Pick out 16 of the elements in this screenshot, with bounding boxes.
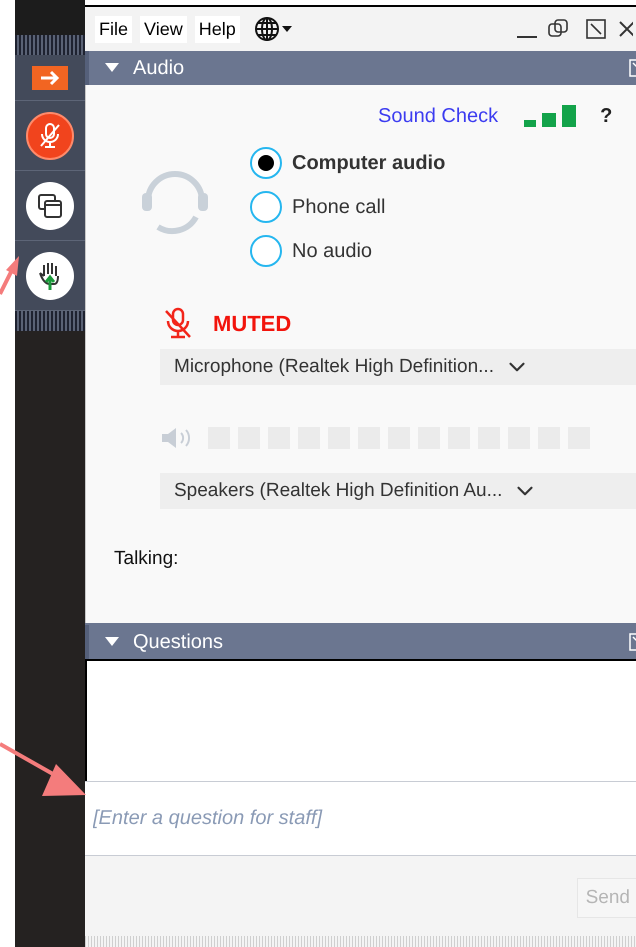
sound-check-link[interactable]: Sound Check xyxy=(378,101,498,131)
panel-title: Questions xyxy=(133,630,224,655)
microphone-dropdown[interactable]: Microphone (Realtek High Definition... xyxy=(160,349,636,385)
panel-title: Audio xyxy=(133,56,184,81)
muted-label: MUTED xyxy=(213,310,292,338)
panel-header[interactable]: Questions xyxy=(85,625,636,659)
menu-item[interactable]: Help xyxy=(194,16,240,42)
speakers-dropdown[interactable]: Speakers (Realtek High Definition Au... xyxy=(160,473,636,509)
menu-item[interactable]: File xyxy=(95,16,132,42)
talking-label: Talking: xyxy=(114,547,180,571)
audio-option[interactable]: Phone call xyxy=(250,191,446,223)
panel-header[interactable]: Audio xyxy=(85,51,636,85)
help-text[interactable]: ? xyxy=(600,101,612,131)
menu-item[interactable]: View xyxy=(140,16,187,42)
audio-option[interactable]: Computer audio xyxy=(250,147,446,179)
audio-option[interactable]: No audio xyxy=(250,235,446,267)
